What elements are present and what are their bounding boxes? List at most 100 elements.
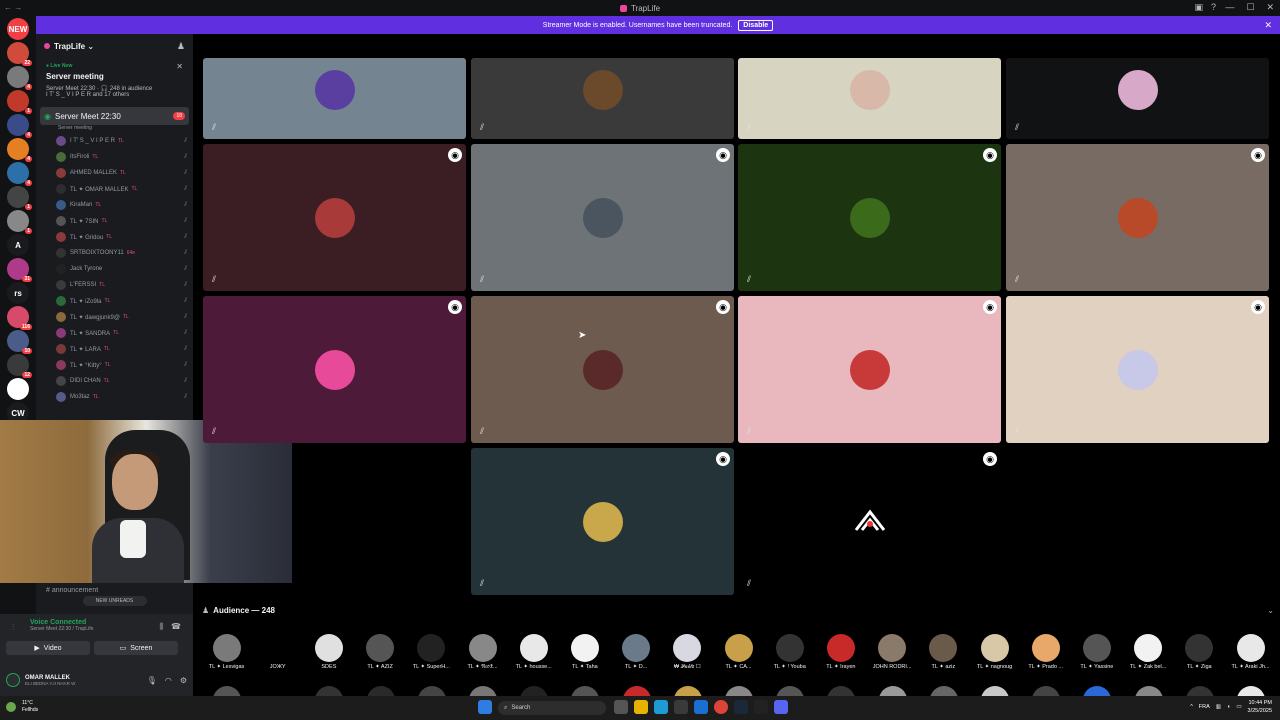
voice-member[interactable]: Jack Tyrone ⫽	[36, 261, 193, 277]
audience-member[interactable]: TL ✦ CA...	[713, 634, 764, 670]
voice-member[interactable]: DIDI CHAN TL ⫽	[36, 373, 193, 389]
server-icon[interactable]: NEW	[7, 18, 29, 40]
voice-member[interactable]: ItsFiroli TL ⫽	[36, 149, 193, 165]
audience-member[interactable]: TL ✦ Araki Jh...	[1225, 634, 1276, 670]
audience-member[interactable]: TL ✦ Prado ...	[1020, 634, 1071, 670]
server-icon[interactable]: 116	[7, 306, 32, 330]
app-icon[interactable]	[754, 700, 768, 714]
edge-icon[interactable]	[654, 700, 668, 714]
audience-member[interactable]: TL ✦ D...	[611, 634, 662, 670]
steam-icon[interactable]	[734, 700, 748, 714]
voice-member[interactable]: Mo3taz TL ⫽	[36, 389, 193, 405]
audience-member[interactable]: TL ✦ Yassine	[1071, 634, 1122, 670]
watch-stream-icon[interactable]: ◉	[448, 300, 462, 314]
avatar[interactable]	[878, 686, 907, 696]
close-button[interactable]: ✕	[1266, 2, 1274, 13]
clock[interactable]: 10:44 PM 3/25/2025	[1248, 699, 1272, 715]
speaker-tile[interactable]: ⫽ ◉	[471, 144, 734, 291]
chevron-up-icon[interactable]: ^	[1190, 704, 1193, 710]
weather-widget[interactable]: 11°C Fellhds	[22, 700, 38, 714]
avatar[interactable]	[1237, 686, 1265, 696]
avatar[interactable]	[571, 686, 600, 696]
discord-icon[interactable]	[774, 700, 788, 714]
close-icon[interactable]: ✕	[1264, 20, 1272, 31]
store-icon[interactable]	[674, 700, 688, 714]
screen-share-button[interactable]: ▭ Screen	[94, 641, 178, 655]
server-icon[interactable]: 4	[7, 114, 32, 138]
speaker-tile[interactable]: ⫽ ◉	[738, 448, 1001, 595]
server-icon[interactable]: 12	[7, 354, 32, 378]
settings-icon[interactable]: ⚙	[180, 676, 187, 685]
server-icon[interactable]: 31	[7, 258, 32, 282]
audience-member[interactable]: TL ✦ Zak bel...	[1123, 634, 1174, 670]
volume-icon[interactable]: ◖	[1227, 704, 1230, 710]
watch-stream-icon[interactable]: ◉	[448, 148, 462, 162]
watch-stream-icon[interactable]: ◉	[716, 148, 730, 162]
audience-member[interactable]: TL ✦ aziz	[918, 634, 969, 670]
language-indicator[interactable]: FRA	[1199, 704, 1210, 710]
watch-stream-icon[interactable]: ◉	[983, 148, 997, 162]
server-icon[interactable]: 1	[7, 210, 32, 234]
avatar[interactable]	[827, 686, 856, 696]
close-icon[interactable]: ✕	[176, 62, 183, 71]
minimize-button[interactable]: —	[1225, 2, 1234, 13]
avatar[interactable]	[622, 686, 651, 696]
signal-icon[interactable]: ⫶	[12, 622, 14, 633]
audience-member[interactable]: TL ✦ Taha	[559, 634, 610, 670]
speaker-tile[interactable]: ⫽	[1006, 58, 1269, 139]
server-icon[interactable]: 1	[7, 186, 32, 210]
help-icon[interactable]: ?	[1211, 2, 1216, 13]
audience-member[interactable]: JOHN RODRI...	[867, 634, 918, 670]
search-box[interactable]: ⌕ Search	[498, 701, 606, 715]
start-icon[interactable]	[478, 700, 492, 714]
maximize-button[interactable]: ☐	[1246, 2, 1254, 13]
watch-stream-icon[interactable]: ◉	[1251, 148, 1265, 162]
channel-announcement[interactable]: # announcement	[36, 583, 193, 594]
server-icon[interactable]: 4	[7, 138, 32, 162]
avatar[interactable]	[6, 673, 20, 687]
server-icon[interactable]: 1	[7, 90, 32, 114]
audience-member[interactable]: TL ✦ housse...	[508, 634, 559, 670]
speaker-tile[interactable]: ⫽ ◉	[203, 144, 466, 291]
avatar[interactable]	[929, 686, 958, 696]
task-view-icon[interactable]	[614, 700, 628, 714]
speaker-tile[interactable]: ⫽ ◉	[203, 296, 466, 443]
voice-member[interactable]: TL ✦ dawgjunk9@ TL ⫽	[36, 309, 193, 325]
inbox-icon[interactable]: ▣	[1194, 2, 1203, 13]
server-icon[interactable]: rs	[7, 282, 29, 304]
weather-icon[interactable]	[6, 702, 16, 712]
network-icon[interactable]: ▥	[1216, 704, 1221, 710]
speaker-tile[interactable]: ⫽	[471, 58, 734, 139]
speaker-tile[interactable]: ⫽	[203, 58, 466, 139]
avatar[interactable]	[1032, 686, 1061, 696]
audience-member[interactable]: TL ✦ AZIZ	[355, 634, 406, 670]
server-icon[interactable]: 10	[7, 330, 32, 354]
speaker-tile[interactable]: ⫽ ◉	[738, 296, 1001, 443]
voice-member[interactable]: AHMED MALLEK TL ⫽	[36, 165, 193, 181]
avatar[interactable]	[776, 686, 805, 696]
audience-member[interactable]: TL ✦ ! Youba	[764, 634, 815, 670]
avatar[interactable]	[469, 686, 497, 696]
nav-arrows[interactable]: ← →	[4, 3, 22, 12]
battery-icon[interactable]: ▭	[1236, 704, 1241, 710]
file-explorer-icon[interactable]	[634, 700, 648, 714]
avatar[interactable]	[520, 686, 549, 696]
audience-member[interactable]: ₩ 𝒫𝒶𝒷𝓁𝑜 ☐	[662, 634, 713, 671]
audience-member[interactable]: TL ✦ Ziga	[1174, 634, 1225, 670]
avatar[interactable]	[673, 686, 702, 696]
add-user-icon[interactable]: ♟	[177, 41, 185, 52]
chevron-down-icon[interactable]: ⌄	[1267, 606, 1274, 615]
voice-member[interactable]: TL ✦ 7SIN TL ⫽	[36, 213, 193, 229]
stage-channel[interactable]: ◉ Server Meet 22:30 18	[40, 107, 189, 125]
voice-member[interactable]: TL ✦ SANDRA TL ⫽	[36, 325, 193, 341]
audience-member[interactable]: TL ✦ nagnoug	[969, 634, 1020, 670]
new-unreads-pill[interactable]: NEW UNREADS	[82, 596, 147, 606]
audience-member[interactable]: TL ✦ Lesvigas	[201, 634, 252, 670]
avatar[interactable]	[1134, 686, 1163, 696]
audience-member[interactable]: JOЖY	[252, 634, 303, 670]
speaker-tile[interactable]: ⫽ ◉	[1006, 144, 1269, 291]
watch-stream-icon[interactable]: ◉	[716, 300, 730, 314]
audience-member[interactable]: TL ✦ Irayen	[815, 634, 866, 670]
avatar[interactable]	[1083, 686, 1112, 696]
headphones-icon[interactable]: ◠	[165, 676, 172, 685]
